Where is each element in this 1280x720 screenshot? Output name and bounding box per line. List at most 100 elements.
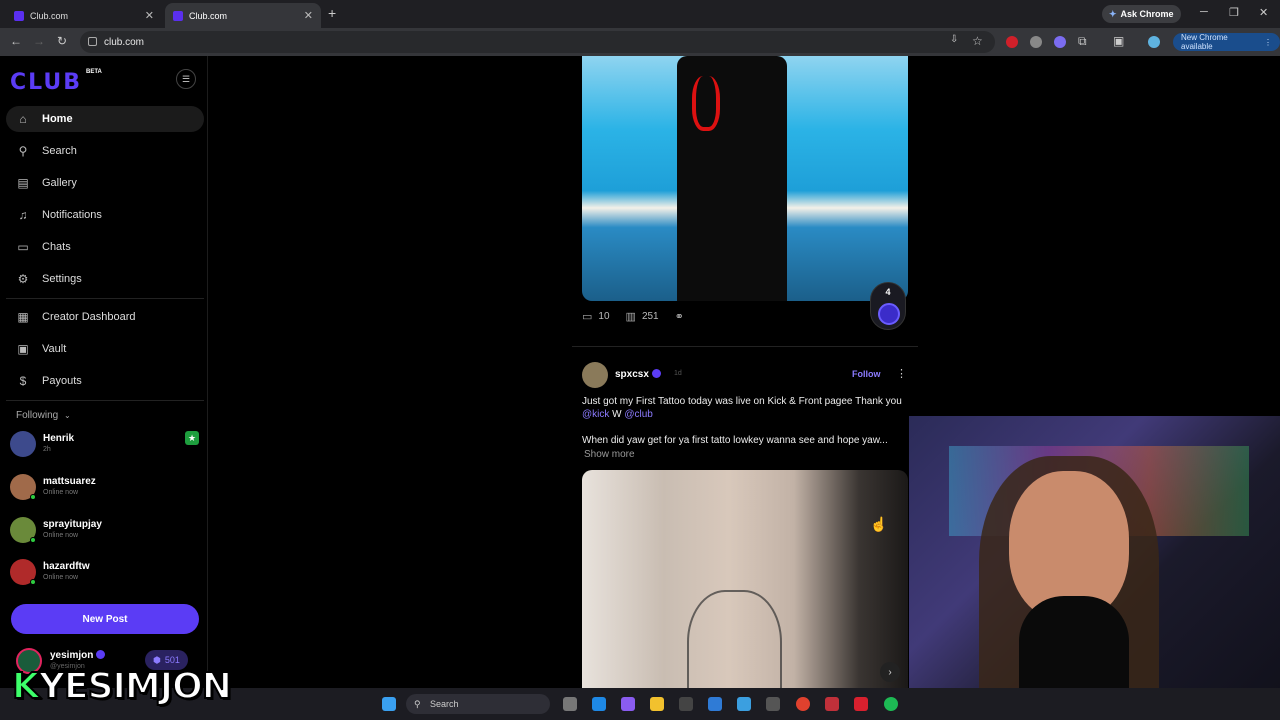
post-image[interactable]: ›	[582, 470, 908, 720]
dollar-icon: $	[19, 374, 27, 388]
my-username[interactable]: yesimjon	[50, 650, 106, 661]
search-icon: ⚲	[414, 698, 421, 709]
webcam-feed	[909, 416, 1280, 720]
app-icon[interactable]	[825, 697, 839, 711]
nav-vault[interactable]: ▣ Vault	[6, 336, 204, 362]
search-icon: ⚲	[18, 144, 28, 158]
club-favicon-icon	[14, 10, 24, 21]
beta-badge: BETA	[86, 69, 102, 75]
online-dot	[30, 537, 36, 543]
extension-icon[interactable]	[1006, 36, 1018, 48]
views-icon: ▥	[625, 311, 636, 323]
spotify-icon[interactable]	[884, 697, 898, 711]
bell-icon: ♫	[18, 208, 28, 222]
new-tab-icon[interactable]: +	[328, 5, 336, 21]
back-icon[interactable]: ←	[10, 34, 22, 48]
store-icon[interactable]	[679, 697, 693, 711]
address-bar[interactable]: club.com	[80, 31, 995, 53]
forward-icon[interactable]: →	[33, 34, 45, 48]
sidebar: CLUB BETA ☰ ⌂ Home ⚲ Search ▤ Gallery ♫ …	[0, 56, 208, 720]
nav-home[interactable]: ⌂ Home	[6, 106, 204, 132]
comment-icon[interactable]: ▭	[582, 310, 592, 323]
post-image[interactable]	[582, 56, 908, 301]
view-count: 251	[641, 311, 659, 322]
install-icon[interactable]: ⇩	[950, 34, 958, 45]
post-author[interactable]: spxcsx	[615, 369, 661, 380]
mention-link[interactable]: @club	[624, 409, 653, 420]
more-options-icon[interactable]: ⋮	[896, 367, 907, 380]
club-logo[interactable]: CLUB	[10, 70, 82, 95]
follow-button[interactable]: Follow	[852, 369, 881, 379]
avatar	[10, 431, 36, 457]
close-window-icon[interactable]: ✕	[1259, 6, 1268, 19]
nav-chats[interactable]: ▭ Chats	[6, 234, 204, 260]
close-tab-icon[interactable]: ✕	[145, 9, 154, 22]
site-info-icon[interactable]	[88, 37, 97, 46]
taskbar-search[interactable]: ⚲ Search	[406, 694, 550, 714]
verified-icon	[651, 369, 661, 378]
post-text: When did yaw get for ya first tatto lowk…	[582, 435, 888, 446]
nav-notifications[interactable]: ♫ Notifications	[6, 202, 204, 228]
chat-icon: ▭	[17, 240, 29, 254]
mail-icon[interactable]	[708, 697, 722, 711]
nav-payouts[interactable]: $ Payouts	[6, 368, 204, 394]
url-text: club.com	[104, 36, 145, 48]
club-favicon-icon	[173, 10, 183, 21]
post-time: 1d	[674, 370, 682, 377]
tab-strip: Club.com ✕ Club.com ✕ + ✦ Ask Chrome ─ ❐…	[0, 0, 1280, 28]
copilot-icon[interactable]	[621, 697, 635, 711]
post-stats: ▭ 10 ▥ 251 ⚭	[582, 310, 684, 323]
online-dot	[30, 579, 36, 585]
following-user[interactable]: Henrik 2h ★	[10, 431, 200, 459]
app-icon[interactable]	[854, 697, 868, 711]
windows-start-icon[interactable]	[382, 697, 396, 711]
next-image-icon[interactable]: ›	[880, 662, 900, 682]
restore-icon[interactable]: ❐	[1229, 6, 1239, 19]
coin-icon: ⬢	[153, 654, 161, 665]
sparkle-icon: ✦	[1109, 8, 1117, 19]
task-view-icon[interactable]	[563, 697, 577, 711]
hand-cursor-icon: ☝	[870, 516, 888, 532]
extension-icon[interactable]	[1030, 36, 1042, 48]
online-dot	[30, 494, 36, 500]
file-explorer-icon[interactable]	[650, 697, 664, 711]
nav-search[interactable]: ⚲ Search	[6, 138, 204, 164]
chrome-icon[interactable]	[796, 697, 810, 711]
following-header[interactable]: Following ⌄	[16, 410, 71, 421]
tab-search-icon[interactable]: ▣	[1113, 34, 1124, 48]
club-badge-icon	[878, 303, 900, 325]
camera-strap	[692, 76, 720, 131]
avatar[interactable]	[582, 362, 608, 388]
browser-tab[interactable]: Club.com ✕	[6, 3, 162, 28]
extensions-puzzle-icon[interactable]: ⧉	[1078, 34, 1087, 49]
reload-icon[interactable]: ↻	[57, 34, 67, 48]
hamburger-menu-icon[interactable]: ☰	[176, 69, 196, 89]
star-icon: ★	[185, 431, 199, 445]
new-post-button[interactable]: New Post	[11, 604, 199, 634]
divider	[6, 400, 204, 401]
app-icon[interactable]	[737, 697, 751, 711]
nav-gallery[interactable]: ▤ Gallery	[6, 170, 204, 196]
new-chrome-available-button[interactable]: New Chrome available ⋮	[1173, 33, 1280, 51]
rank-badge[interactable]: 4	[870, 282, 906, 330]
extension-icon[interactable]	[1054, 36, 1066, 48]
following-user[interactable]: hazardftw Online now	[10, 559, 200, 587]
bookmark-star-icon[interactable]: ☆	[972, 34, 983, 48]
mention-link[interactable]: @kick	[582, 409, 609, 420]
nav-settings[interactable]: ⚙ Settings	[6, 266, 204, 292]
profile-avatar[interactable]	[1148, 36, 1160, 48]
ask-chrome-button[interactable]: ✦ Ask Chrome	[1102, 5, 1181, 23]
share-link-icon[interactable]: ⚭	[675, 310, 684, 323]
tab-title: Club.com	[30, 10, 69, 21]
following-user[interactable]: mattsuarez Online now	[10, 474, 200, 502]
post-text: Just got my First Tattoo today was live …	[582, 396, 902, 420]
minimize-icon[interactable]: ─	[1200, 6, 1208, 18]
following-user[interactable]: sprayitupjay Online now	[10, 517, 200, 545]
edge-icon[interactable]	[592, 697, 606, 711]
browser-tab-active[interactable]: Club.com ✕	[165, 3, 321, 28]
nav-creator-dashboard[interactable]: ▦ Creator Dashboard	[6, 304, 204, 330]
show-more-link[interactable]: Show more	[584, 449, 635, 460]
app-icon[interactable]	[766, 697, 780, 711]
close-tab-icon[interactable]: ✕	[304, 9, 313, 22]
verified-icon	[96, 650, 106, 659]
